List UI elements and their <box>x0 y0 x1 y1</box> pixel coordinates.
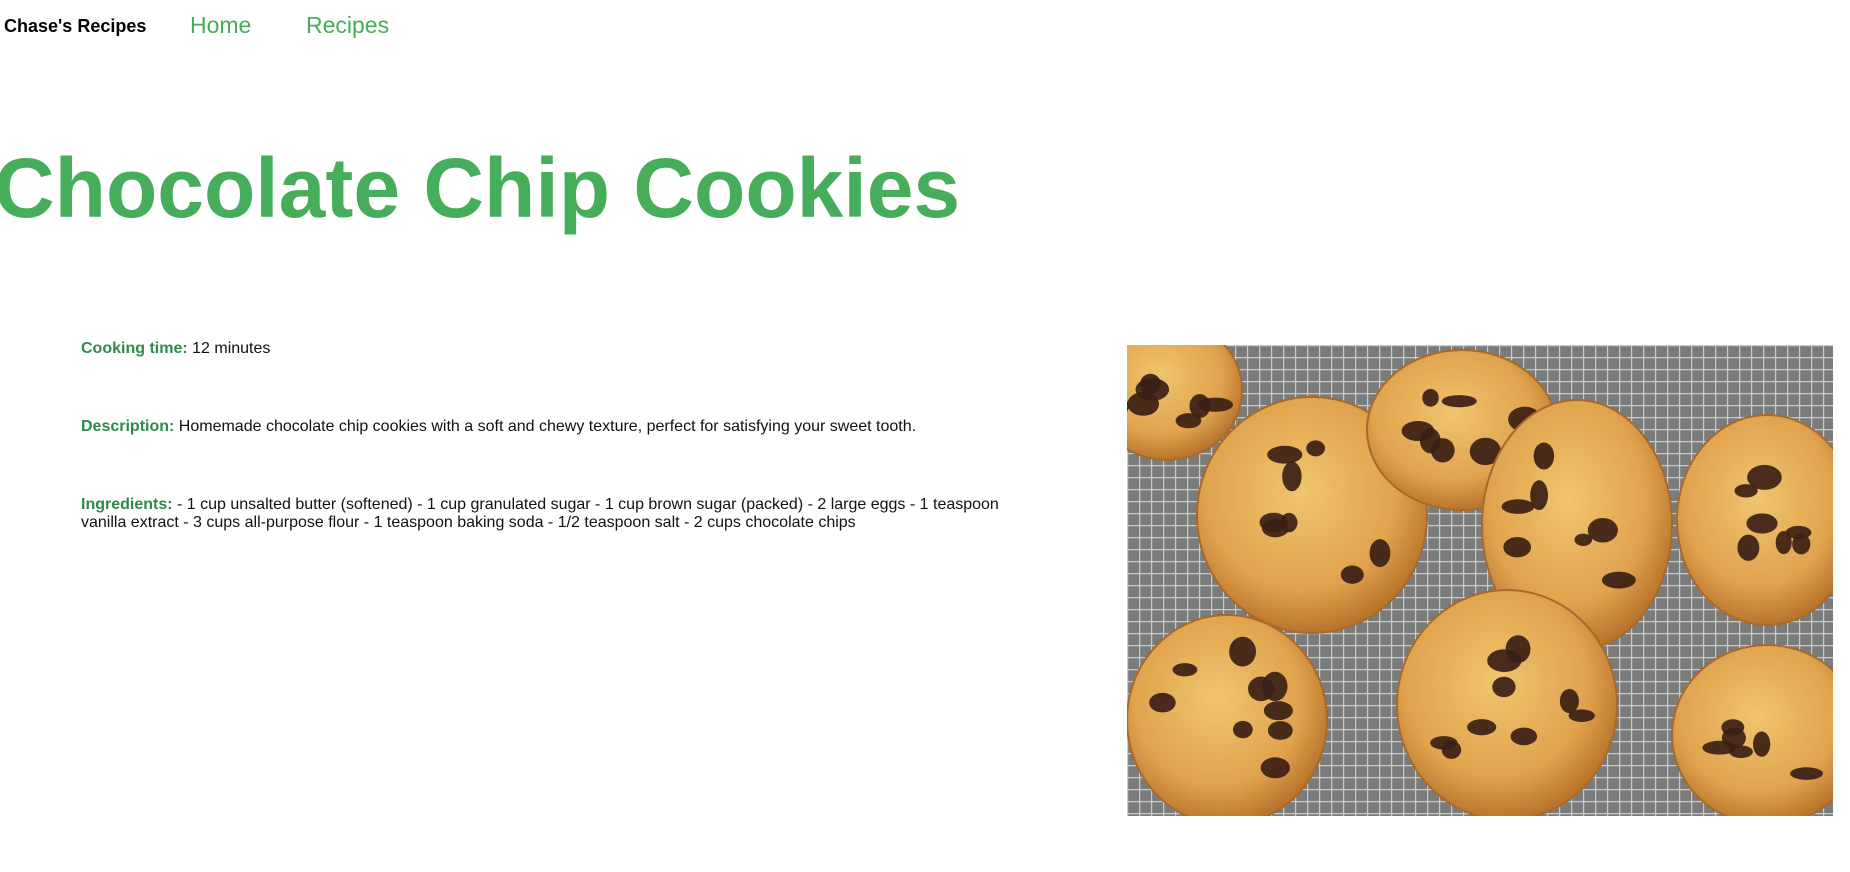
ingredients-row: Ingredients: - 1 cup unsalted butter (so… <box>81 496 1011 532</box>
chocolate-chip <box>1792 533 1811 555</box>
chocolate-chip <box>1430 736 1458 750</box>
chocolate-chip <box>1790 767 1824 780</box>
chocolate-chip <box>1467 719 1497 736</box>
chocolate-chip <box>1721 719 1745 736</box>
chocolate-chip <box>1263 701 1293 721</box>
cooking-time-row: Cooking time: 12 minutes <box>81 340 1011 358</box>
ingredients-value: - 1 cup unsalted butter (softened) - 1 c… <box>81 496 999 531</box>
description-value: Homemade chocolate chip cookies with a s… <box>178 418 917 435</box>
chocolate-chip <box>1267 721 1293 740</box>
chocolate-chip <box>1729 745 1753 759</box>
chocolate-chip <box>1430 438 1455 463</box>
chocolate-chip <box>1233 720 1253 739</box>
description-label: Description: <box>81 418 175 435</box>
chocolate-chip <box>1753 731 1771 757</box>
nav-link-home[interactable]: Home <box>190 12 251 39</box>
chocolate-chip <box>1568 709 1595 722</box>
cookies-photo-illustration <box>1127 345 1833 816</box>
chocolate-chip <box>1574 533 1593 546</box>
cooking-time-label: Cooking time: <box>81 340 188 357</box>
chocolate-chip <box>1282 461 1302 492</box>
chocolate-chip <box>1510 727 1538 746</box>
chocolate-chip <box>1601 571 1636 589</box>
chocolate-chip <box>1127 391 1160 416</box>
chocolate-chip <box>1197 397 1234 412</box>
chocolate-chip <box>1487 649 1522 672</box>
chocolate-chip <box>1737 534 1760 561</box>
brand-logo-text[interactable]: Chase's Recipes <box>4 16 146 37</box>
chocolate-chip <box>1533 442 1555 470</box>
chocolate-chip <box>1559 689 1579 714</box>
chocolate-chip <box>1746 513 1778 534</box>
cookie <box>1127 614 1328 816</box>
chocolate-chip <box>1267 445 1303 464</box>
chocolate-chip <box>1248 676 1275 702</box>
chocolate-chip <box>1172 663 1198 677</box>
chocolate-chip <box>1229 636 1256 667</box>
description-row: Description: Homemade chocolate chip coo… <box>81 418 1011 436</box>
cookies-photo <box>1127 345 1833 816</box>
chocolate-chip <box>1734 484 1758 498</box>
chocolate-chip <box>1280 512 1298 533</box>
chocolate-chip <box>1369 539 1391 568</box>
chocolate-chip <box>1775 530 1792 555</box>
recipe-title: Chocolate Chip Cookies <box>0 141 961 235</box>
chocolate-chip <box>1306 440 1325 457</box>
nav-link-recipes[interactable]: Recipes <box>306 12 389 39</box>
chocolate-chip <box>1422 388 1439 407</box>
chocolate-chip <box>1587 517 1618 543</box>
chocolate-chip <box>1501 499 1535 514</box>
chocolate-chip <box>1503 536 1532 558</box>
chocolate-chip <box>1149 692 1176 713</box>
chocolate-chip <box>1340 565 1364 584</box>
cookie <box>1396 589 1618 816</box>
chocolate-chip <box>1175 413 1202 429</box>
chocolate-chip <box>1492 676 1516 698</box>
cooking-time-value: 12 minutes <box>192 340 271 357</box>
ingredients-label: Ingredients: <box>81 496 173 513</box>
chocolate-chip <box>1260 757 1290 779</box>
chocolate-chip <box>1441 395 1477 408</box>
